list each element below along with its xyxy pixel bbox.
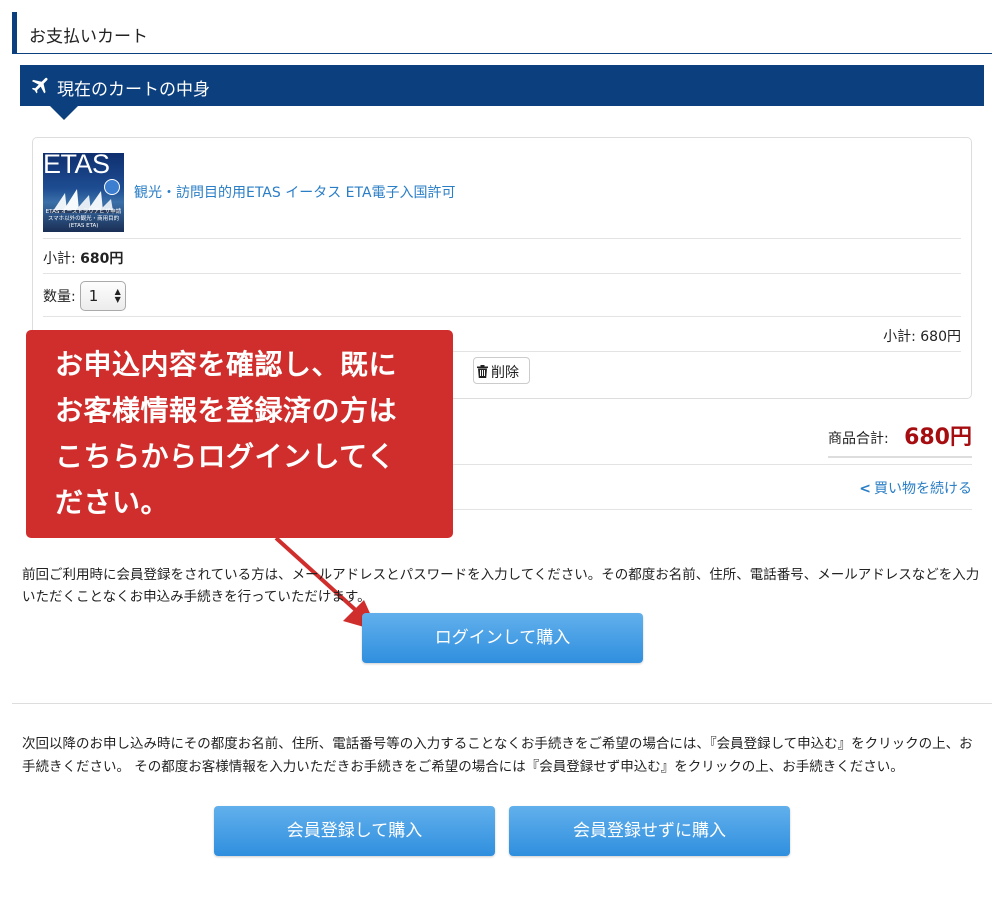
- login-purchase-button[interactable]: ログインして購入: [362, 613, 643, 663]
- login-info-text: 前回ご利用時に会員登録をされている方は、メールアドレスとパスワードを入力してくだ…: [22, 567, 980, 605]
- total-label: 商品合計:: [828, 431, 889, 447]
- callout-annotation: お申込内容を確認し、既に お客様情報を登録済の方は こちらからログインしてく だ…: [26, 330, 453, 538]
- product-thumbnail[interactable]: ETAS ETAS オーストラリアビザ申請 スマホ以外の観光・商用目的(ETAS…: [43, 153, 124, 232]
- delete-button[interactable]: 削除: [473, 357, 530, 384]
- callout-line: こちらからログインしてく: [55, 440, 396, 473]
- section-pointer: [49, 105, 79, 120]
- register-info-text: 次回以降のお申し込み時にその都度お名前、住所、電話番号等の入力することなくお手続…: [22, 736, 973, 775]
- quantity-row: 数量: 1 ▲ ▼: [43, 281, 126, 311]
- thumbnail-logo-text: ETAS: [43, 153, 110, 179]
- row-divider: [43, 273, 961, 274]
- airplane-icon: [31, 77, 48, 94]
- page-header: お支払いカート: [12, 12, 992, 54]
- row-divider: [43, 316, 961, 317]
- subtotal-value: 680円: [80, 251, 124, 267]
- guest-purchase-button[interactable]: 会員登録せずに購入: [509, 806, 790, 856]
- callout-line: お申込内容を確認し、既に: [55, 348, 398, 381]
- trash-icon: [477, 365, 488, 378]
- cart-section-header: 現在のカートの中身: [20, 65, 984, 106]
- cart-total: 商品合計: 680円: [828, 418, 972, 458]
- callout-line: お客様情報を登録済の方は: [55, 394, 398, 427]
- row-divider: [43, 238, 961, 239]
- section-title: 現在のカートの中身: [57, 80, 210, 100]
- chevron-left-icon: <: [859, 481, 871, 497]
- quantity-label: 数量:: [43, 289, 76, 305]
- quantity-value: 1: [88, 287, 99, 305]
- register-purchase-button[interactable]: 会員登録して購入: [214, 806, 495, 856]
- subtotal-label: 小計:: [43, 251, 76, 267]
- thumbnail-badge: [104, 179, 120, 195]
- total-amount: 680円: [904, 425, 972, 450]
- callout-line: ださい。: [55, 486, 170, 519]
- line-subtotal: 小計: 680円: [883, 329, 961, 345]
- delete-label: 削除: [491, 365, 519, 381]
- continue-label: 買い物を続ける: [874, 481, 972, 497]
- continue-shopping-link[interactable]: < 買い物を続ける: [859, 478, 972, 498]
- thumbnail-caption: ETAS オーストラリアビザ申請 スマホ以外の観光・商用目的(ETAS ETA): [45, 209, 122, 229]
- quantity-select[interactable]: 1 ▲ ▼: [79, 281, 126, 311]
- item-subtotal: 小計: 680円: [43, 248, 123, 268]
- section-divider: [12, 703, 992, 704]
- select-arrows-icon: ▲ ▼: [114, 287, 121, 304]
- product-name-link[interactable]: 観光・訪問目的用ETAS イータス ETA電子入国許可: [134, 182, 456, 202]
- page-title: お支払いカート: [29, 27, 148, 47]
